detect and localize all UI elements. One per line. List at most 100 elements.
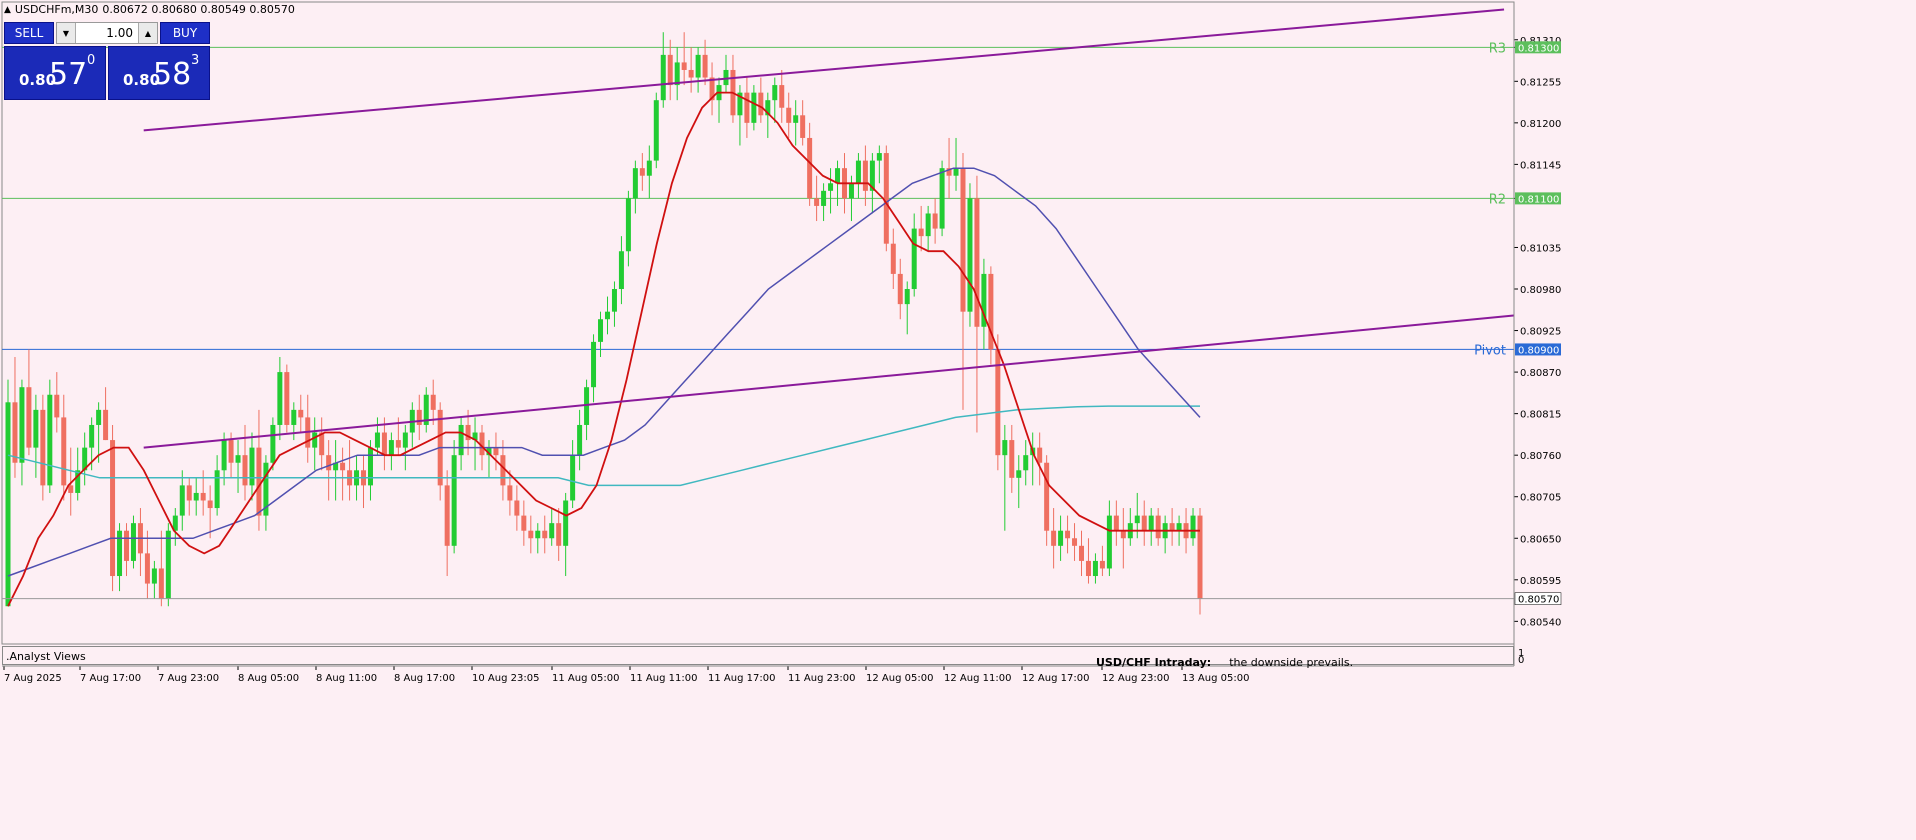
level-price-label: 0.81300 <box>1518 43 1559 54</box>
lot-size-field[interactable]: ▼ 1.00 ▲ <box>56 22 158 44</box>
candle-body <box>1044 462 1050 531</box>
candle-body <box>158 568 164 599</box>
candle-body <box>96 409 102 425</box>
lot-decrease-icon[interactable]: ▼ <box>57 23 76 43</box>
price-chart[interactable]: 0.80540 0.80595 0.80650 0.80705 0.80760 0.808… <box>0 0 1916 840</box>
candle-body <box>1176 523 1182 531</box>
candle-body <box>779 85 785 108</box>
candle-body <box>374 432 380 448</box>
candle-body <box>876 153 882 161</box>
level-price-label: 0.81100 <box>1518 194 1559 205</box>
candle-body <box>235 455 241 463</box>
candle-body <box>1058 530 1064 546</box>
candle-body <box>807 137 813 199</box>
candle-body <box>1099 560 1105 569</box>
buy-button[interactable]: BUY <box>160 22 210 44</box>
candle-body <box>47 394 53 486</box>
candle-body <box>40 409 46 486</box>
candle-body <box>1113 515 1119 531</box>
candle-body <box>228 440 234 463</box>
candle-body <box>430 394 436 410</box>
candle-body <box>214 470 220 509</box>
y-tick-label: 0.80650 <box>1520 534 1561 545</box>
plot-area <box>1 1 1515 645</box>
candle-body <box>200 492 206 501</box>
candle-body <box>395 440 401 448</box>
candle-body <box>1072 538 1078 546</box>
candle-body <box>165 530 171 599</box>
candle-body <box>26 387 32 448</box>
candle-body <box>646 160 652 176</box>
candle-body <box>1002 440 1008 456</box>
candle-body <box>758 92 764 116</box>
y-tick-label: 0.81035 <box>1520 243 1561 254</box>
candle-body <box>458 424 464 456</box>
candle-body <box>974 198 980 327</box>
candle-body <box>451 455 457 546</box>
candle-body <box>618 251 624 290</box>
candle-body <box>598 319 604 342</box>
x-tick-label: 13 Aug 05:00 <box>1182 673 1249 684</box>
candle-body <box>493 447 499 456</box>
candle-body <box>883 153 889 244</box>
candle-body <box>653 100 659 161</box>
candle-body <box>1190 515 1196 539</box>
x-tick-label: 8 Aug 11:00 <box>316 673 377 684</box>
candle-body <box>312 432 318 448</box>
y-tick-label: 0.80980 <box>1520 285 1561 296</box>
candle-body <box>1051 530 1057 546</box>
candle-body <box>660 54 666 101</box>
x-tick-label: 7 Aug 23:00 <box>158 673 219 684</box>
sell-price-box[interactable]: 0.80 57 0 <box>4 46 106 100</box>
lot-size-value[interactable]: 1.00 <box>75 23 139 43</box>
x-tick-label: 8 Aug 05:00 <box>238 673 299 684</box>
candle-body <box>61 417 67 486</box>
candle-body <box>1023 455 1029 471</box>
candle-body <box>528 530 534 539</box>
candle-body <box>144 553 150 584</box>
sell-price-fraction: 0 <box>87 53 96 68</box>
candle-body <box>695 54 701 78</box>
candle-body <box>221 440 227 471</box>
candle-body <box>800 115 806 138</box>
candle-body <box>89 424 95 448</box>
candle-body <box>1155 515 1161 539</box>
sell-button[interactable]: SELL <box>4 22 54 44</box>
y-tick-label: 0.80540 <box>1520 617 1561 628</box>
analyst-note: USD/CHF Intraday: the downside prevails. <box>1096 656 1353 669</box>
candle-body <box>12 402 18 463</box>
candle-body <box>584 387 590 425</box>
candle-body <box>1078 545 1084 561</box>
ohlc-values: 0.80672 0.80680 0.80549 0.80570 <box>102 3 295 16</box>
candle-body <box>277 372 283 425</box>
candle-body <box>291 409 297 425</box>
y-tick-label: 0.81145 <box>1520 160 1561 171</box>
x-tick-label: 11 Aug 23:00 <box>788 673 855 684</box>
x-tick-label: 11 Aug 11:00 <box>630 673 697 684</box>
analyst-note-title: USD/CHF Intraday: <box>1096 656 1212 669</box>
sell-price-pips: 57 <box>49 57 88 92</box>
candle-body <box>124 530 130 561</box>
candle-body <box>862 160 868 191</box>
candle-body <box>793 115 799 123</box>
x-tick-label: 7 Aug 17:00 <box>80 673 141 684</box>
level-name-pivot: Pivot <box>1474 343 1506 358</box>
buy-price-fraction: 3 <box>191 53 200 68</box>
candle-body <box>702 54 708 78</box>
candle-body <box>326 455 332 471</box>
candle-body <box>556 523 562 546</box>
candle-body <box>577 424 583 456</box>
lot-increase-icon[interactable]: ▲ <box>138 23 157 43</box>
candle-body <box>1120 530 1126 539</box>
candle-body <box>193 492 199 501</box>
candle-body <box>890 243 896 274</box>
candle-body <box>953 168 959 176</box>
x-tick-label: 11 Aug 05:00 <box>552 673 619 684</box>
x-tick-label: 10 Aug 23:05 <box>472 673 539 684</box>
candle-body <box>249 447 255 486</box>
menu-triangle-icon[interactable]: ▲ <box>4 5 11 15</box>
candle-body <box>103 409 109 441</box>
level-name-r2: R2 <box>1489 192 1506 207</box>
candle-body <box>570 455 576 501</box>
buy-price-box[interactable]: 0.80 58 3 <box>108 46 210 100</box>
